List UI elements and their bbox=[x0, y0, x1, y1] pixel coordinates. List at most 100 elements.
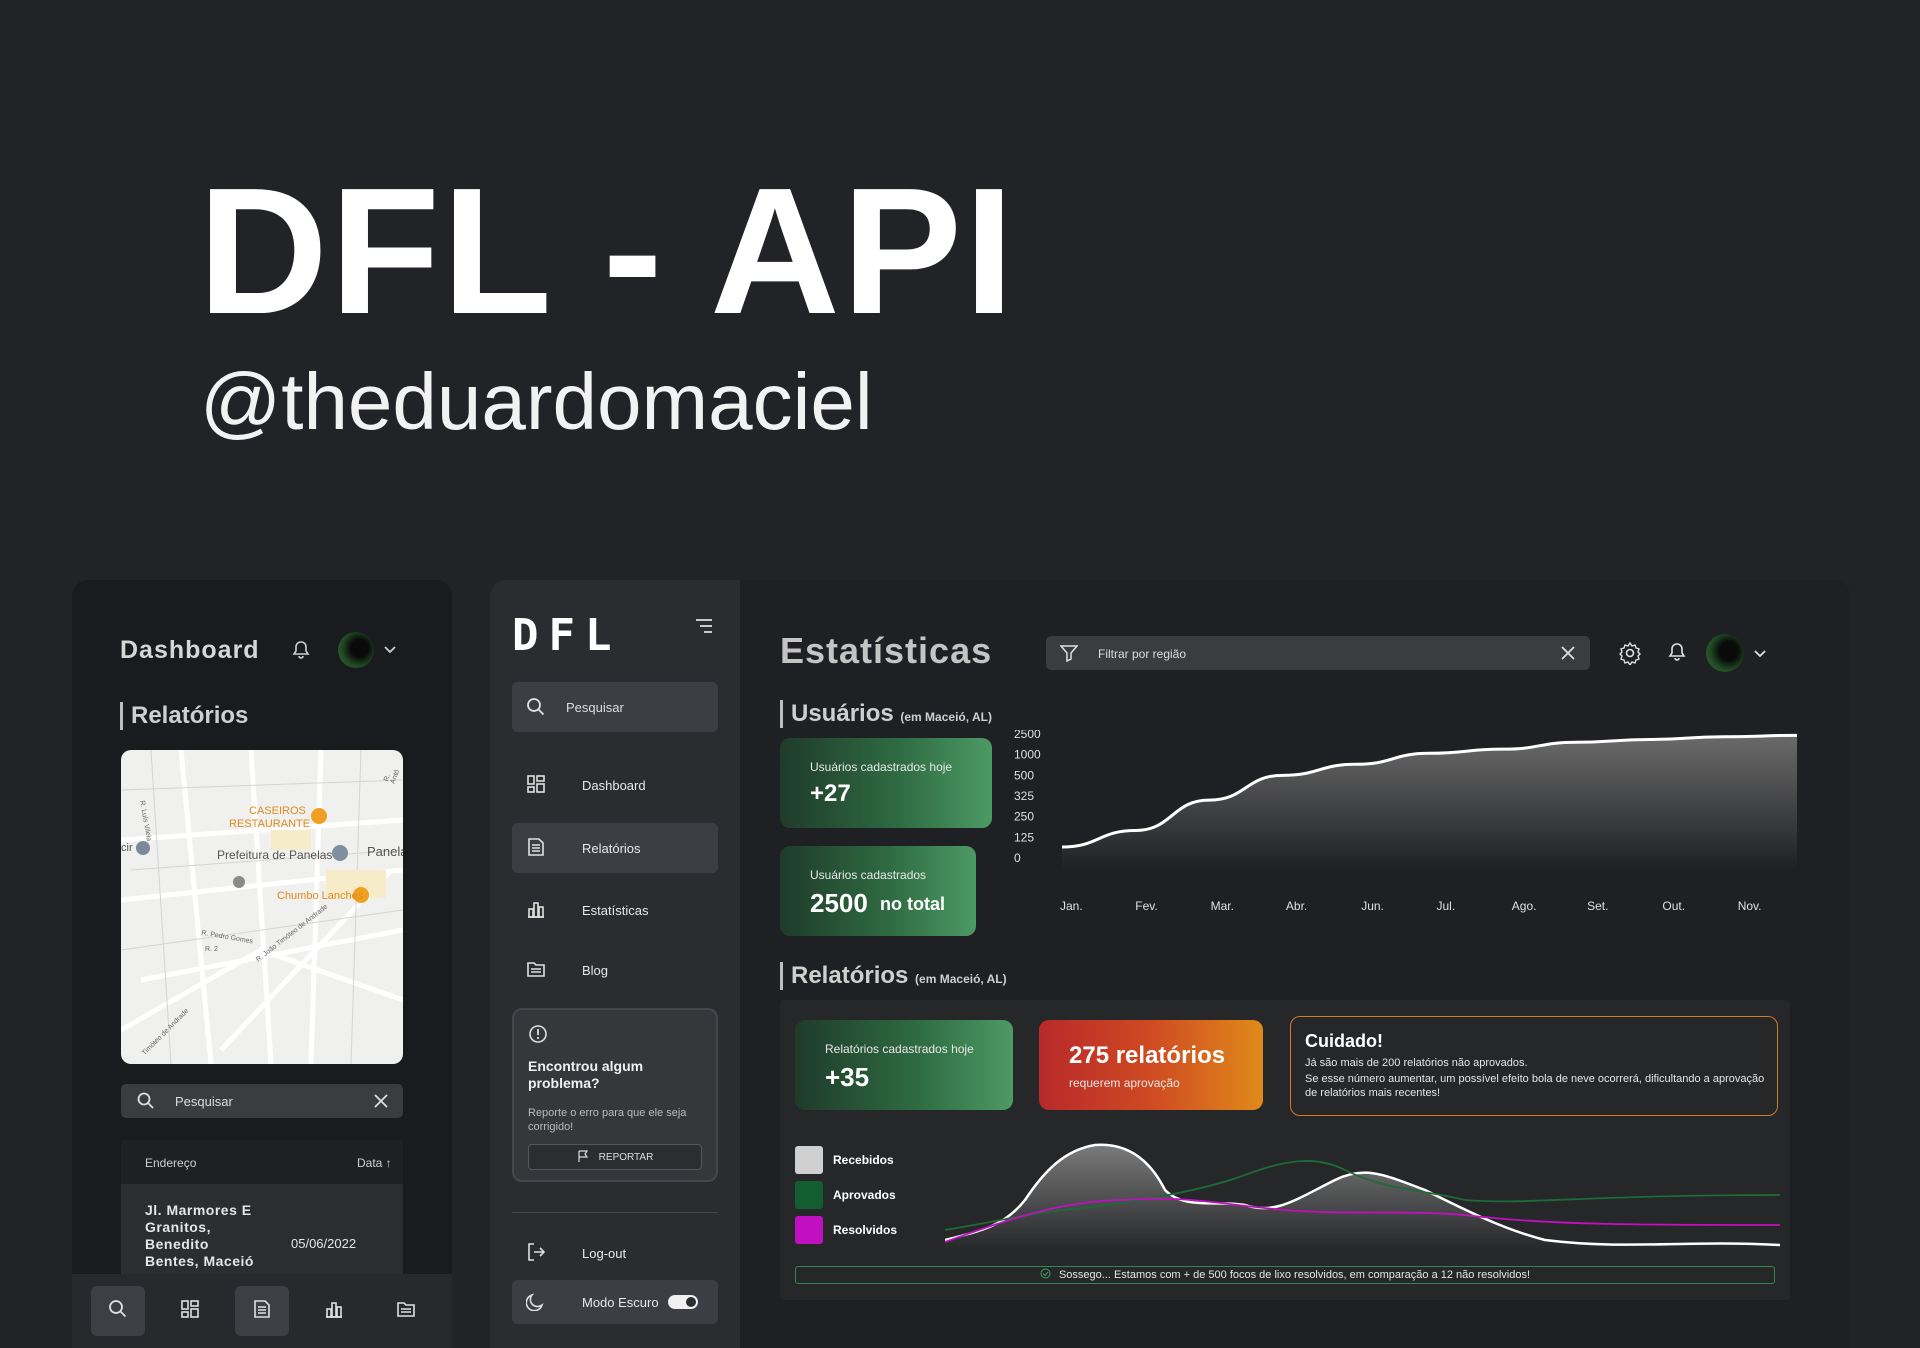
users-area-chart: 0 125 250 325 500 1000 2500 Jan. Fev. Mar. Abr. Ju… bbox=[1014, 730, 1798, 913]
bell-icon[interactable] bbox=[292, 640, 310, 665]
logout-button[interactable]: Log-out bbox=[512, 1228, 718, 1278]
menu-icon[interactable] bbox=[694, 618, 714, 639]
column-header-date[interactable]: Data ↑ bbox=[357, 1156, 392, 1170]
sidebar-item-blog[interactable]: Blog bbox=[512, 945, 718, 995]
map-place: Prefeitura de Panelas bbox=[217, 848, 333, 862]
x-tick-label: Jun. bbox=[1361, 899, 1384, 913]
y-tick-label: 325 bbox=[1014, 789, 1034, 803]
search-input[interactable]: Pesquisar bbox=[121, 1084, 403, 1118]
x-tick-label: Set. bbox=[1587, 899, 1608, 913]
legend-item-resolvidos[interactable]: Resolvidos bbox=[795, 1212, 897, 1247]
card-label: Usuários cadastrados hoje bbox=[810, 760, 953, 774]
sidebar-item-relatorios[interactable]: Relatórios bbox=[512, 823, 718, 873]
x-tick-label: Out. bbox=[1662, 899, 1685, 913]
x-tick-label: Ago. bbox=[1512, 899, 1537, 913]
search-icon bbox=[137, 1092, 155, 1113]
x-tick-label: Abr. bbox=[1286, 899, 1307, 913]
card-label: requerem aprovação bbox=[1069, 1076, 1180, 1090]
status-banner: Sossego... Estamos com + de 500 focos de… bbox=[795, 1266, 1775, 1284]
reports-pending-card: 275 relatórios requerem aprovação bbox=[1039, 1020, 1263, 1110]
sidebar-item-dashboard[interactable]: Dashboard bbox=[512, 760, 718, 810]
map[interactable]: CASEIROS RESTAURANTE Prefeitura de Panel… bbox=[121, 750, 403, 1064]
sidebar-item-label: Estatísticas bbox=[582, 902, 649, 918]
folder-icon bbox=[396, 1299, 416, 1324]
sidebar-item-label: Relatórios bbox=[582, 840, 641, 856]
nav-search-button[interactable] bbox=[91, 1286, 145, 1336]
moon-icon bbox=[525, 1291, 564, 1314]
legend-item-recebidos[interactable]: Recebidos bbox=[795, 1142, 897, 1177]
problem-card: Encontrou algum problema? Reporte o erro… bbox=[512, 1008, 718, 1182]
avatar[interactable] bbox=[1706, 634, 1744, 672]
close-icon[interactable] bbox=[373, 1093, 389, 1112]
legend-item-aprovados[interactable]: Aprovados bbox=[795, 1177, 897, 1212]
nav-blog-button[interactable] bbox=[379, 1286, 433, 1336]
reports-today-card: Relatórios cadastrados hoje +35 bbox=[795, 1020, 1013, 1110]
dashboard-icon bbox=[180, 1299, 200, 1324]
users-today-card: Usuários cadastrados hoje +27 bbox=[780, 738, 992, 828]
card-value: +27 bbox=[810, 780, 851, 807]
x-tick-label: Mar. bbox=[1211, 899, 1234, 913]
avatar[interactable] bbox=[338, 632, 374, 668]
region-filter-input[interactable]: Filtrar por região bbox=[1046, 636, 1590, 670]
warning-card: Cuidado! Já são mais de 200 relatórios n… bbox=[1290, 1016, 1778, 1116]
status-text: Sossego... Estamos com + de 500 focos de… bbox=[1058, 1269, 1531, 1281]
search-placeholder: Pesquisar bbox=[175, 1094, 233, 1109]
map-place: Panela bbox=[367, 844, 403, 859]
search-placeholder: Pesquisar bbox=[566, 700, 624, 715]
nav-dashboard-button[interactable] bbox=[163, 1286, 217, 1336]
card-value: 275 relatórios bbox=[1069, 1042, 1226, 1069]
chart-area bbox=[1062, 735, 1797, 870]
legend-swatch bbox=[795, 1215, 823, 1244]
folder-icon bbox=[526, 959, 564, 982]
row-date: 05/06/2022 bbox=[291, 1236, 357, 1251]
bell-icon[interactable] bbox=[1668, 642, 1686, 667]
row-address: Jl. Marmores E Granitos, Benedito Bentes… bbox=[145, 1202, 254, 1269]
sidebar-item-label: Blog bbox=[582, 962, 609, 978]
section-subtitle: (em Maceió, AL) bbox=[900, 710, 992, 724]
column-header-address[interactable]: Endereço bbox=[145, 1156, 196, 1170]
bar-chart-icon bbox=[324, 1299, 344, 1324]
y-tick-label: 1000 bbox=[1014, 748, 1041, 762]
legend-label: Recebidos bbox=[833, 1152, 894, 1167]
legend-label: Aprovados bbox=[833, 1187, 896, 1202]
search-input[interactable]: Pesquisar bbox=[512, 682, 718, 732]
gear-icon[interactable] bbox=[1618, 641, 1642, 670]
bottom-nav bbox=[72, 1274, 452, 1348]
search-icon bbox=[526, 697, 546, 720]
logout-label: Log-out bbox=[582, 1245, 627, 1261]
main-content: Estatísticas Filtrar por região Usuários… bbox=[740, 580, 1850, 1348]
dark-mode-toggle[interactable] bbox=[668, 1295, 698, 1309]
logo: DFL bbox=[512, 610, 622, 661]
card-value-suffix: no total bbox=[880, 894, 945, 914]
warning-line-2: Se esse número aumentar, um possível efe… bbox=[1305, 1073, 1765, 1099]
y-tick-label: 250 bbox=[1014, 810, 1034, 824]
map-place: cir bbox=[121, 842, 133, 854]
flag-icon bbox=[577, 1149, 589, 1165]
hero-title: DFL - API bbox=[198, 151, 1016, 352]
table-header: Endereço Data ↑ bbox=[121, 1140, 403, 1184]
reports-section-title: Relatórios (em Maceió, AL) bbox=[780, 962, 1007, 990]
section-subtitle: (em Maceió, AL) bbox=[915, 972, 1007, 986]
card-label: Usuários cadastrados bbox=[810, 868, 927, 882]
divider bbox=[512, 1212, 718, 1213]
x-tick-label: Jan. bbox=[1060, 899, 1083, 913]
map-place: Chumbo Lanches bbox=[277, 890, 364, 902]
section-title: Relatórios bbox=[120, 702, 248, 730]
card-value: 2500 bbox=[810, 888, 868, 918]
nav-reports-button[interactable] bbox=[235, 1286, 289, 1336]
x-tick-label: Fev. bbox=[1135, 899, 1157, 913]
problem-title: Encontrou algum problema? bbox=[528, 1058, 644, 1091]
legend-swatch bbox=[795, 1180, 823, 1209]
section-title-text: Relatórios bbox=[791, 962, 909, 989]
y-tick-label: 125 bbox=[1014, 830, 1034, 844]
section-title-text: Usuários bbox=[791, 700, 894, 727]
sidebar: DFL Pesquisar Dashboard Relatórios Estat… bbox=[490, 580, 740, 1348]
sidebar-item-estatisticas[interactable]: Estatísticas bbox=[512, 885, 718, 935]
report-button[interactable]: REPORTAR bbox=[528, 1144, 702, 1170]
search-icon bbox=[108, 1299, 128, 1324]
nav-stats-button[interactable] bbox=[307, 1286, 361, 1336]
close-icon[interactable] bbox=[1560, 645, 1576, 664]
chevron-down-icon[interactable] bbox=[1754, 646, 1766, 664]
chart-legend: Recebidos Aprovados Resolvidos bbox=[795, 1142, 897, 1247]
chevron-down-icon[interactable] bbox=[384, 642, 396, 660]
